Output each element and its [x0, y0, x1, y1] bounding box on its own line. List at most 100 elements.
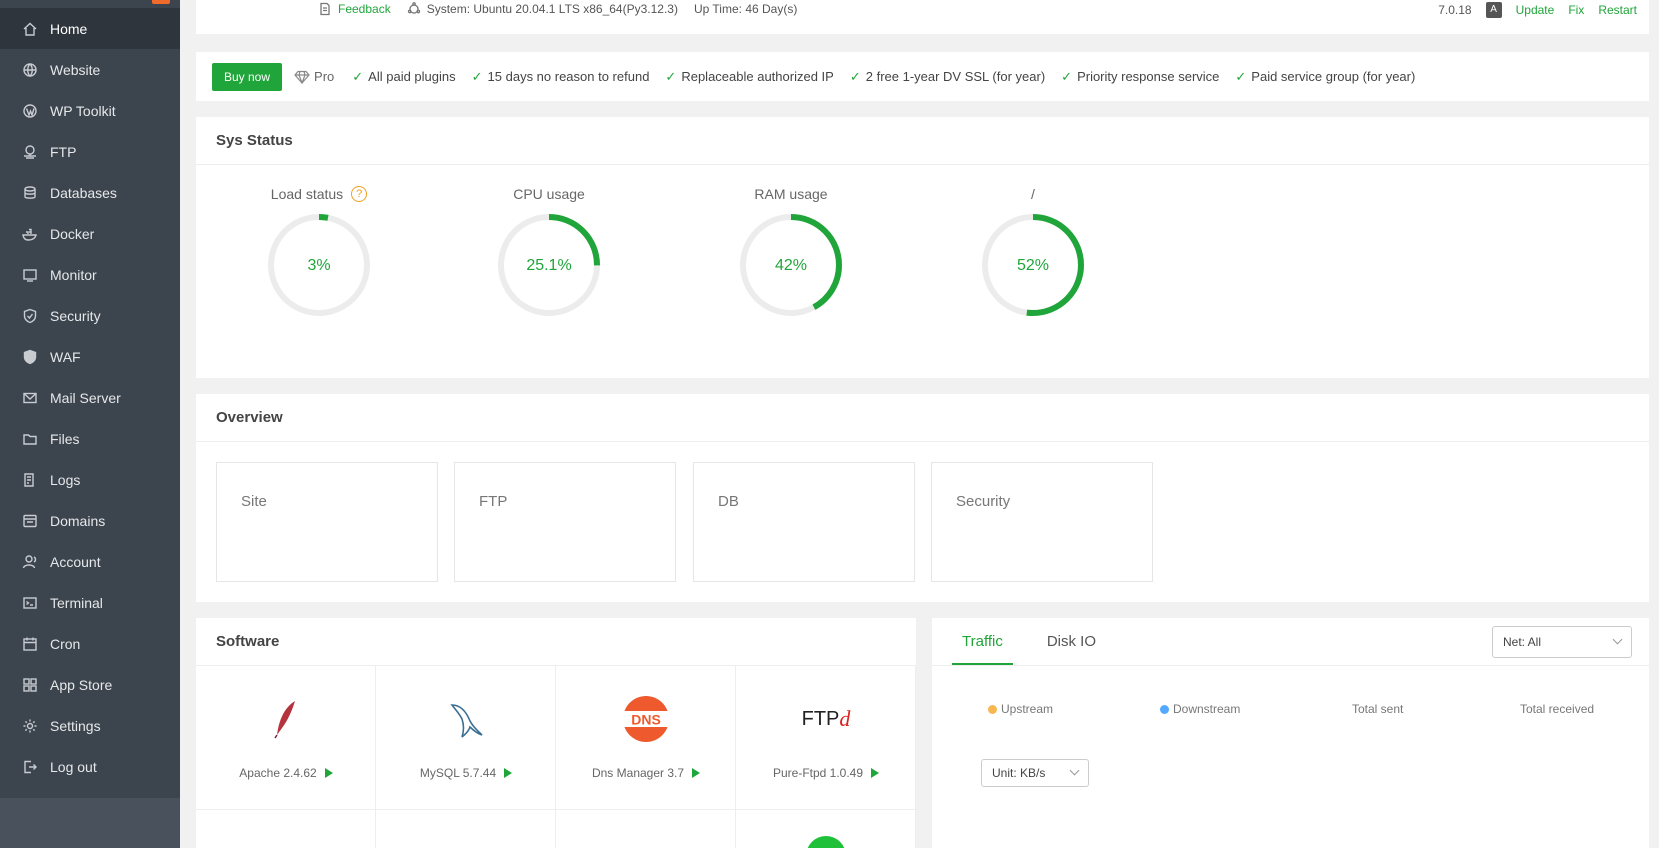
- sidebar-item-monitor[interactable]: Monitor: [0, 254, 180, 295]
- software-item[interactable]: [736, 810, 916, 848]
- legend-upstream[interactable]: Upstream: [988, 702, 1053, 716]
- sidebar-item-label: Mail Server: [50, 389, 121, 406]
- ftpd-text: FTP: [801, 707, 840, 730]
- mysql-dolphin-icon: [376, 696, 556, 742]
- feature-label: 2 free 1-year DV SSL (for year): [865, 69, 1046, 84]
- pro-banner: Buy now Pro ✓ All paid plugins ✓ 15 days n…: [196, 52, 1649, 101]
- gauge-value: 3%: [307, 257, 331, 274]
- notification-badge[interactable]: [152, 0, 170, 4]
- sidebar-item-wp-toolkit[interactable]: WP Toolkit: [0, 90, 180, 131]
- sidebar-item-databases[interactable]: Databases: [0, 172, 180, 213]
- sidebar-item-label: Logs: [50, 471, 81, 488]
- traffic-panel: Traffic Disk IO Net: All Upstream Downst…: [932, 618, 1649, 848]
- chevron-down-icon: [1069, 765, 1080, 776]
- gear-icon: [22, 718, 38, 734]
- sidebar-item-domains[interactable]: Domains: [0, 500, 180, 541]
- feedback-label[interactable]: Feedback: [338, 2, 391, 16]
- dns-icon: DNS: [556, 696, 736, 742]
- card-label: FTP: [479, 493, 508, 510]
- play-icon[interactable]: [692, 768, 701, 778]
- sidebar-item-label: Home: [50, 20, 88, 37]
- overview-card-db[interactable]: DB: [693, 462, 915, 582]
- shield-icon: [22, 308, 38, 324]
- user-icon: [22, 554, 38, 570]
- feature-item: ✓ Priority response service: [1061, 69, 1219, 85]
- software-item[interactable]: [556, 810, 736, 848]
- overview-card-ftp[interactable]: FTP: [454, 462, 676, 582]
- gauge-load[interactable]: Load status? 3%: [249, 186, 389, 320]
- net-select-value: Net: All: [1503, 635, 1542, 649]
- cron-icon: [22, 636, 38, 652]
- chevron-down-icon: [1612, 634, 1623, 645]
- net-select[interactable]: Net: All: [1492, 626, 1632, 658]
- globe-icon: [22, 62, 38, 78]
- sidebar-item-files[interactable]: Files: [0, 418, 180, 459]
- legend-downstream[interactable]: Downstream: [1160, 702, 1240, 716]
- overview-card-security[interactable]: Security: [931, 462, 1153, 582]
- gauge-cpu[interactable]: CPU usage 25.1%: [479, 186, 619, 320]
- feature-item: ✓ 15 days no reason to refund: [472, 69, 650, 85]
- software-item[interactable]: [196, 810, 376, 848]
- check-icon: ✓: [665, 68, 677, 84]
- sidebar-item-account[interactable]: Account: [0, 541, 180, 582]
- feature-label: 15 days no reason to refund: [487, 69, 650, 84]
- sidebar-item-ftp[interactable]: FTP: [0, 131, 180, 172]
- restart-link[interactable]: Restart: [1598, 3, 1637, 17]
- card-label: Security: [956, 493, 1011, 510]
- downstream-dot: [1160, 704, 1169, 714]
- software-item[interactable]: [376, 810, 556, 848]
- sidebar-item-settings[interactable]: Settings: [0, 705, 180, 746]
- legend-label: Upstream: [1001, 702, 1054, 716]
- sidebar-item-log-out[interactable]: Log out: [0, 746, 180, 787]
- gauge-disk[interactable]: / 52%: [963, 186, 1103, 320]
- software-item-pure-ftpd[interactable]: FTP d Pure-Ftpd 1.0.49: [736, 666, 916, 810]
- fix-link[interactable]: Fix: [1568, 3, 1584, 17]
- edit-icon: [320, 2, 330, 16]
- divider: [932, 665, 1649, 666]
- sidebar-item-label: Cron: [50, 635, 81, 652]
- update-link[interactable]: Update: [1516, 3, 1555, 17]
- feature-item: ✓ All paid plugins: [352, 69, 455, 85]
- software-item-apache[interactable]: Apache 2.4.62: [196, 666, 376, 810]
- overview-card-site[interactable]: Site: [216, 462, 438, 582]
- play-icon[interactable]: [871, 768, 880, 778]
- sidebar-item-label: Monitor: [50, 266, 97, 283]
- tab-traffic[interactable]: Traffic: [952, 618, 1013, 665]
- section-title: Sys Status: [216, 132, 293, 149]
- sidebar-item-app-store[interactable]: App Store: [0, 664, 180, 705]
- language-icon[interactable]: A: [1485, 2, 1502, 18]
- waf-icon: [22, 349, 38, 365]
- gauge-value: 25.1%: [526, 257, 572, 274]
- software-item-dns[interactable]: DNS Dns Manager 3.7: [556, 666, 736, 810]
- section-title: Overview: [216, 409, 283, 426]
- unit-select[interactable]: Unit: KB/s: [981, 759, 1089, 787]
- sidebar-item-docker[interactable]: Docker: [0, 213, 180, 254]
- sidebar-item-cron[interactable]: Cron: [0, 623, 180, 664]
- buy-now-button[interactable]: Buy now: [212, 62, 283, 91]
- sidebar-item-mail-server[interactable]: Mail Server: [0, 377, 180, 418]
- sidebar-item-home[interactable]: Home: [0, 8, 180, 49]
- feedback-link[interactable]: Feedback: [318, 2, 391, 16]
- feature-label: Paid service group (for year): [1251, 69, 1416, 84]
- sidebar-item-security[interactable]: Security: [0, 295, 180, 336]
- sidebar-item-logs[interactable]: Logs: [0, 459, 180, 500]
- sidebar-item-website[interactable]: Website: [0, 49, 180, 90]
- pro-badge: Pro: [294, 69, 334, 84]
- tab-disk-io[interactable]: Disk IO: [1037, 618, 1106, 666]
- play-icon[interactable]: [504, 768, 513, 778]
- apache-feather-icon: [196, 696, 376, 742]
- pro-label: Pro: [314, 69, 335, 84]
- software-item-mysql[interactable]: MySQL 5.7.44: [376, 666, 556, 810]
- check-icon: ✓: [1061, 68, 1073, 84]
- sidebar-item-terminal[interactable]: Terminal: [0, 582, 180, 623]
- play-icon[interactable]: [324, 768, 333, 778]
- software-panel: Software Apache 2.4.62 MySQL 5.7.44 DNS …: [196, 618, 916, 848]
- sidebar-item-waf[interactable]: WAF: [0, 336, 180, 377]
- dns-text: DNS: [631, 712, 661, 728]
- app-store-icon: [22, 677, 38, 693]
- sidebar-item-label: Domains: [50, 512, 106, 529]
- sidebar-footer: [0, 798, 180, 848]
- help-icon[interactable]: ?: [351, 186, 368, 202]
- ubuntu-icon: [407, 2, 420, 14]
- gauge-ram[interactable]: RAM usage 42%: [721, 186, 861, 320]
